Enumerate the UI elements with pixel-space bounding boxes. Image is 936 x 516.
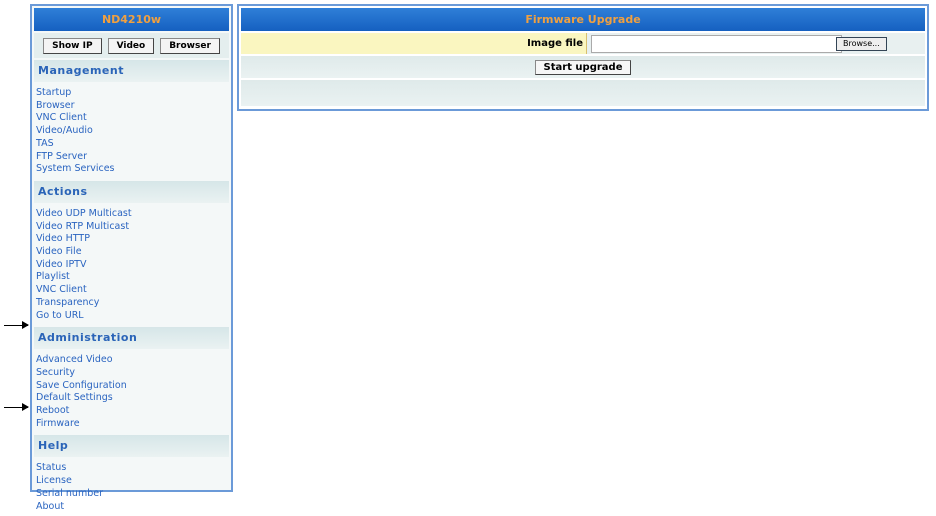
sidebar-link-reboot[interactable]: Reboot (36, 405, 231, 418)
browse-button[interactable]: Browse... (836, 36, 887, 51)
sidebar-link-status[interactable]: Status (36, 462, 231, 475)
sidebar-link-advanced-video[interactable]: Advanced Video (36, 354, 231, 367)
empty-row (241, 80, 925, 106)
sidebar-link-firmware[interactable]: Firmware (36, 418, 231, 431)
sidebar-link-playlist[interactable]: Playlist (36, 271, 231, 284)
sidebar-link-system-services[interactable]: System Services (36, 163, 231, 176)
sidebar-link-startup[interactable]: Startup (36, 87, 231, 100)
sidebar-link-security[interactable]: Security (36, 367, 231, 380)
section-header-help: Help (34, 435, 229, 458)
image-file-label: Image file (241, 33, 587, 54)
sidebar-link-video-file[interactable]: Video File (36, 246, 231, 259)
device-title: ND4210w (34, 8, 229, 31)
sidebar-link-vnc-client[interactable]: VNC Client (36, 284, 231, 297)
panel-title: Firmware Upgrade (241, 8, 925, 31)
firmware-upgrade-panel: Firmware Upgrade Image file Browse... St… (237, 4, 929, 111)
image-file-input[interactable] (591, 34, 842, 53)
sidebar-link-about[interactable]: About (36, 501, 231, 514)
browser-button[interactable]: Browser (160, 38, 220, 54)
arrow-icon (4, 403, 29, 411)
sidebar-link-video-udp-multicast[interactable]: Video UDP Multicast (36, 208, 231, 221)
section-header-actions: Actions (34, 180, 229, 203)
sidebar-link-default-settings[interactable]: Default Settings (36, 392, 231, 405)
section-header-administration: Administration (34, 327, 229, 350)
sidebar-link-save-configuration[interactable]: Save Configuration (36, 380, 231, 393)
sidebar-link-browser[interactable]: Browser (36, 100, 231, 113)
sidebar-link-ftp-server[interactable]: FTP Server (36, 151, 231, 164)
sidebar-link-video-http[interactable]: Video HTTP (36, 233, 231, 246)
sidebar-link-video-rtp-multicast[interactable]: Video RTP Multicast (36, 221, 231, 234)
sidebar-link-go-to-url[interactable]: Go to URL (36, 310, 231, 323)
sidebar-link-license[interactable]: License (36, 475, 231, 488)
sidebar-link-video-audio[interactable]: Video/Audio (36, 125, 231, 138)
quick-buttons: Show IP Video Browser (34, 33, 229, 58)
sidebar-link-tas[interactable]: TAS (36, 138, 231, 151)
sidebar-link-transparency[interactable]: Transparency (36, 297, 231, 310)
sidebar-link-video-iptv[interactable]: Video IPTV (36, 259, 231, 272)
sidebar-link-vnc-client[interactable]: VNC Client (36, 112, 231, 125)
sidebar: ND4210w Show IP Video Browser Management… (30, 4, 233, 512)
video-button[interactable]: Video (107, 38, 155, 54)
section-header-management: Management (34, 60, 229, 82)
start-upgrade-button[interactable]: Start upgrade (534, 59, 632, 75)
sidebar-link-serial-number[interactable]: Serial number (36, 488, 231, 501)
arrow-icon (4, 321, 29, 329)
show-ip-button[interactable]: Show IP (43, 38, 102, 54)
